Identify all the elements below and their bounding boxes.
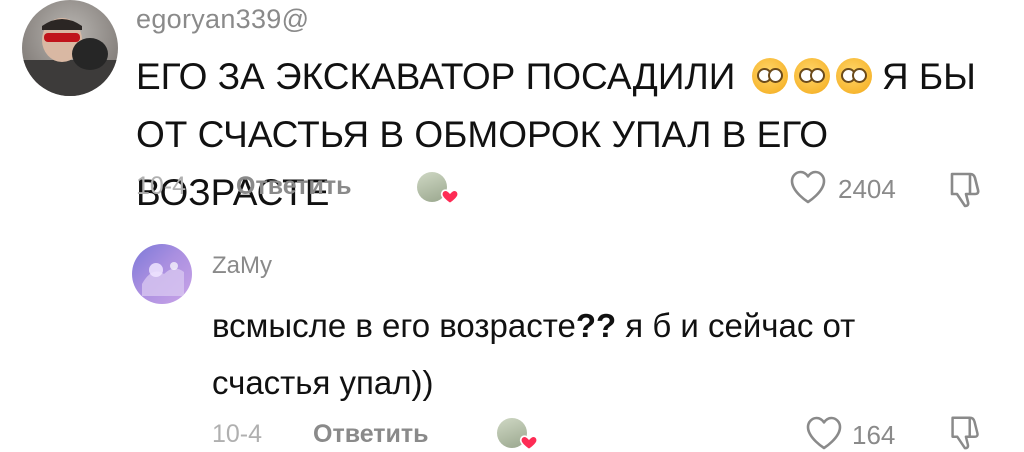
- reply-text: всмысле в его возрасте?? я б и сейчас от…: [212, 297, 972, 411]
- dislike-icon[interactable]: [944, 168, 984, 210]
- reply-text-bold: ??: [575, 307, 617, 344]
- avatar-image: [142, 262, 184, 296]
- flushed-face-emoji-icon: [835, 58, 872, 94]
- like-count: 2404: [838, 174, 896, 204]
- reply-date: 10-4: [212, 420, 263, 448]
- avatar-image: [22, 18, 118, 96]
- reply-username[interactable]: ZaMy: [212, 252, 272, 280]
- creator-liked-heart-icon: [519, 435, 539, 451]
- flushed-face-emoji-icon: [751, 58, 788, 94]
- reply-text-line2: счастья упал)): [212, 364, 434, 401]
- reply-text-part: всмысле в его возрасте: [212, 307, 576, 344]
- reply-button[interactable]: Ответить: [313, 420, 429, 449]
- comment-text-part: Я БЫ: [881, 56, 976, 97]
- reply-text-part: я б и сейчас от: [616, 307, 856, 344]
- heart-outline-icon[interactable]: [804, 414, 844, 452]
- comment-date: 10-4: [136, 172, 187, 200]
- avatar-egoryan339[interactable]: [22, 0, 118, 96]
- comment-text-part: ЕГО ЗА ЭКСКАВАТОР ПОСАДИЛИ: [136, 56, 736, 97]
- heart-outline-icon[interactable]: [788, 168, 828, 206]
- like-count: 164: [852, 420, 896, 450]
- reply-button[interactable]: Ответить: [236, 172, 352, 201]
- flushed-face-emoji-icon: [793, 58, 830, 94]
- creator-liked-heart-icon: [440, 189, 460, 205]
- dislike-icon[interactable]: [944, 412, 984, 452]
- comment-username[interactable]: egoryan339@: [136, 4, 309, 35]
- avatar-zamy[interactable]: [132, 244, 192, 304]
